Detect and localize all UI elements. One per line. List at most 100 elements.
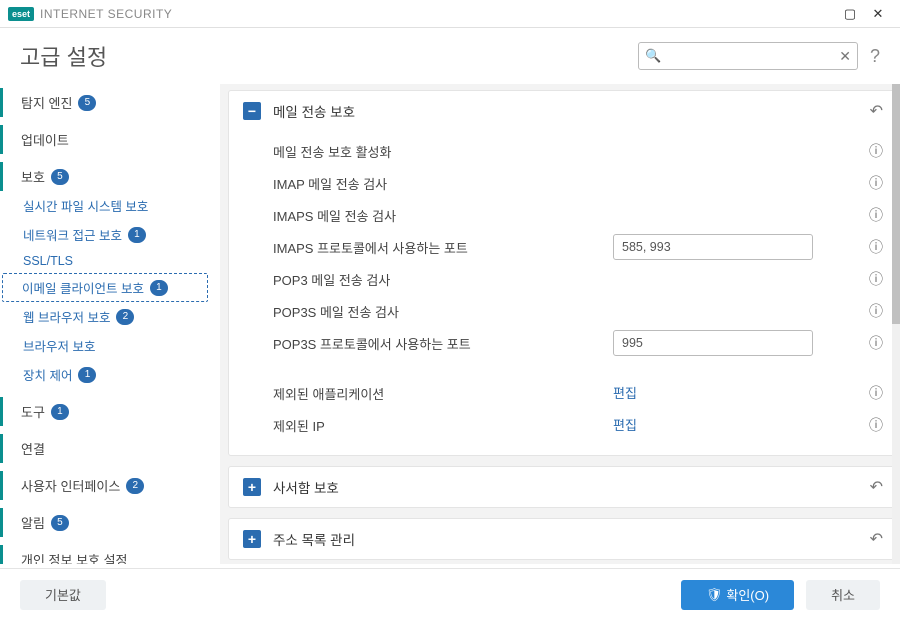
sidebar-item-label: 알림	[21, 513, 45, 532]
sidebar: 탐지 엔진5업데이트보호5실시간 파일 시스템 보호네트워크 접근 보호1SSL…	[0, 84, 220, 564]
panel-title: 메일 전송 보호	[273, 101, 870, 121]
setting-row: 메일 전송 보호 활성화 ⓘ	[273, 135, 883, 167]
expand-icon[interactable]: +	[243, 478, 261, 496]
cancel-button[interactable]: 취소	[806, 580, 880, 610]
help-icon[interactable]: ?	[870, 46, 880, 67]
close-icon[interactable]: ✕	[864, 4, 892, 24]
reset-icon[interactable]: ↶	[870, 529, 883, 549]
expand-icon[interactable]: +	[243, 530, 261, 548]
sidebar-item[interactable]: 탐지 엔진 5	[0, 88, 210, 117]
sidebar-sub-item[interactable]: 웹 브라우저 보호 2	[0, 302, 210, 331]
info-icon[interactable]: ⓘ	[869, 301, 883, 321]
brand-text: INTERNET SECURITY	[40, 7, 172, 21]
sidebar-badge: 5	[78, 95, 96, 111]
sidebar-item[interactable]: 보호5	[0, 162, 210, 191]
sidebar-sub-item[interactable]: 네트워크 접근 보호 1	[0, 220, 210, 249]
panel-title: 사서함 보호	[273, 477, 870, 497]
panel-header[interactable]: + 주소 목록 관리↶	[229, 519, 897, 559]
reset-icon[interactable]: ↶	[870, 101, 883, 121]
sidebar-item-label: 업데이트	[21, 130, 69, 149]
sidebar-badge: 1	[51, 404, 69, 420]
sidebar-item-label: 탐지 엔진	[21, 93, 72, 112]
info-icon[interactable]: ⓘ	[869, 205, 883, 225]
edit-link[interactable]: 편집	[613, 386, 637, 401]
scrollbar[interactable]	[892, 84, 900, 564]
settings-panel: + 사서함 보호↶	[228, 466, 898, 508]
info-icon[interactable]: ⓘ	[869, 237, 883, 257]
sidebar-badge: 1	[128, 227, 146, 243]
header: 고급 설정 🔍 ✕ ?	[0, 28, 900, 84]
titlebar: eset INTERNET SECURITY ▢ ✕	[0, 0, 900, 28]
setting-row: POP3S 프로토콜에서 사용하는 포트ⓘ	[273, 327, 883, 359]
collapse-icon[interactable]: −	[243, 102, 261, 120]
sidebar-item-label: 실시간 파일 시스템 보호	[23, 196, 148, 215]
sidebar-item[interactable]: 사용자 인터페이스 2	[0, 471, 210, 500]
info-icon[interactable]: ⓘ	[869, 269, 883, 289]
sidebar-item[interactable]: 알림 5	[0, 508, 210, 537]
panel-body: 메일 전송 보호 활성화ⓘIMAP 메일 전송 검사ⓘIMAPS 메일 전송 검…	[229, 131, 897, 455]
port-input[interactable]	[613, 234, 813, 260]
search-input[interactable]	[665, 49, 839, 63]
edit-link[interactable]: 편집	[613, 418, 637, 433]
eset-logo: eset	[8, 7, 34, 21]
info-icon[interactable]: ⓘ	[869, 333, 883, 353]
maximize-icon[interactable]: ▢	[836, 4, 864, 24]
info-icon[interactable]: ⓘ	[869, 141, 883, 161]
sidebar-item[interactable]: 도구 1	[0, 397, 210, 426]
sidebar-sub-item[interactable]: 실시간 파일 시스템 보호	[0, 191, 210, 220]
sidebar-badge: 5	[51, 515, 69, 531]
search-box[interactable]: 🔍 ✕	[638, 42, 858, 70]
info-icon[interactable]: ⓘ	[869, 383, 883, 403]
setting-row: 제외된 IP편집 ⓘ	[273, 409, 883, 441]
setting-label: IMAP 메일 전송 검사	[273, 174, 613, 193]
sidebar-item-label: 장치 제어	[23, 365, 72, 384]
setting-label: 메일 전송 보호 활성화	[273, 142, 613, 161]
setting-row: IMAPS 메일 전송 검사 ⓘ	[273, 199, 883, 231]
sidebar-badge: 2	[126, 478, 144, 494]
scroll-thumb[interactable]	[892, 84, 900, 324]
setting-label: IMAPS 메일 전송 검사	[273, 206, 613, 225]
sidebar-item-label: 사용자 인터페이스	[21, 476, 120, 495]
page-title: 고급 설정	[20, 40, 638, 72]
sidebar-item-label: 웹 브라우저 보호	[23, 307, 110, 326]
sidebar-item[interactable]: 업데이트	[0, 125, 210, 154]
sidebar-item-label: 네트워크 접근 보호	[23, 225, 122, 244]
setting-row: 제외된 애플리케이션편집 ⓘ	[273, 377, 883, 409]
setting-label: 제외된 IP	[273, 416, 613, 435]
panel-header[interactable]: −메일 전송 보호↶	[229, 91, 897, 131]
sidebar-sub-item[interactable]: 장치 제어 1	[0, 360, 210, 389]
reset-icon[interactable]: ↶	[870, 477, 883, 497]
sidebar-item[interactable]: 연결	[0, 434, 210, 463]
info-icon[interactable]: ⓘ	[869, 173, 883, 193]
defaults-button[interactable]: 기본값	[20, 580, 106, 610]
footer: 기본값 🛡확인(O) 취소	[0, 568, 900, 620]
sidebar-sub-item[interactable]: 브라우저 보호	[0, 331, 210, 360]
sidebar-sub-item[interactable]: SSL/TLS	[0, 249, 210, 273]
setting-label: IMAPS 프로토콜에서 사용하는 포트	[273, 238, 613, 257]
panel-header[interactable]: + 사서함 보호↶	[229, 467, 897, 507]
shield-icon: 🛡	[706, 587, 723, 603]
setting-label: POP3 메일 전송 검사	[273, 270, 613, 289]
sidebar-badge: 1	[150, 280, 168, 296]
ok-label: 확인(O)	[726, 585, 769, 604]
ok-button[interactable]: 🛡확인(O)	[681, 580, 794, 610]
port-input[interactable]	[613, 330, 813, 356]
sidebar-item-label: SSL/TLS	[23, 254, 73, 268]
sidebar-item[interactable]: 개인 정보 보호 설정	[0, 545, 210, 564]
setting-row: IMAP 메일 전송 검사 ⓘ	[273, 167, 883, 199]
search-clear-icon[interactable]: ✕	[839, 48, 851, 65]
sidebar-sub-item[interactable]: 이메일 클라이언트 보호 1	[2, 273, 208, 302]
setting-label: 제외된 애플리케이션	[273, 384, 613, 403]
sidebar-item-label: 이메일 클라이언트 보호	[22, 278, 144, 297]
sidebar-item-label: 도구	[21, 402, 45, 421]
info-icon[interactable]: ⓘ	[869, 415, 883, 435]
sidebar-badge: 2	[116, 309, 134, 325]
sidebar-item-label: 브라우저 보호	[23, 336, 95, 355]
sidebar-badge: 1	[78, 367, 96, 383]
settings-panel: −메일 전송 보호↶메일 전송 보호 활성화ⓘIMAP 메일 전송 검사ⓘIMA…	[228, 90, 898, 456]
sidebar-item-label: 보호	[21, 167, 45, 186]
settings-panel: + 주소 목록 관리↶	[228, 518, 898, 560]
search-icon: 🔍	[645, 48, 661, 64]
panel-title: 주소 목록 관리	[273, 529, 870, 549]
setting-label: POP3S 메일 전송 검사	[273, 302, 613, 321]
